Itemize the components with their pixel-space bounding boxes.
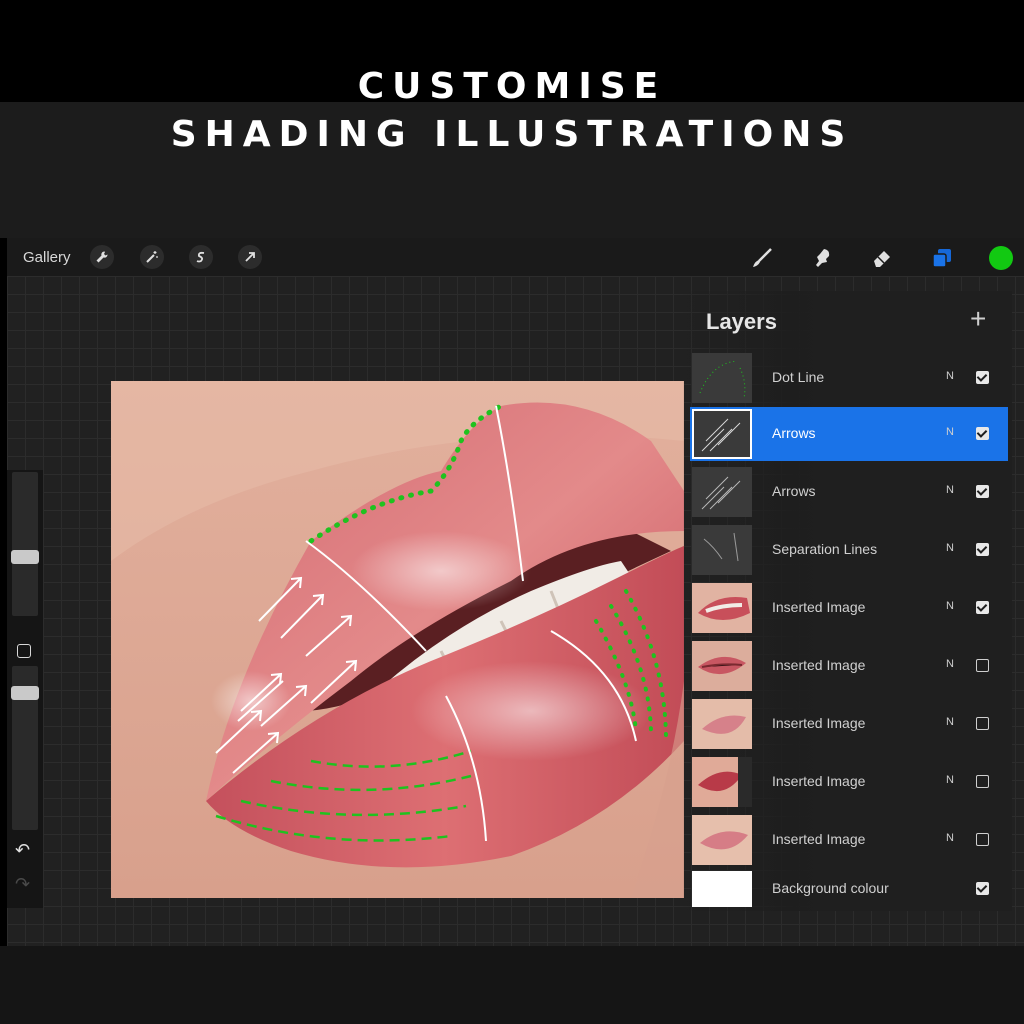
layer-row[interactable]: Inserted Image N [690, 639, 1008, 693]
background-layer-row[interactable]: Background colour [690, 869, 1008, 909]
layer-thumbnail [692, 699, 752, 749]
blend-mode-button[interactable]: N [946, 370, 954, 382]
layer-thumbnail [692, 641, 752, 691]
magic-wand-icon[interactable] [140, 245, 164, 269]
layer-name: Arrows [772, 483, 816, 499]
selection-s-icon[interactable] [189, 245, 213, 269]
layer-name: Inserted Image [772, 831, 866, 847]
bottom-dark-band [0, 946, 1024, 1024]
layer-row[interactable]: Inserted Image N [690, 813, 1008, 867]
layer-name: Separation Lines [772, 541, 878, 557]
blend-mode-button[interactable]: N [946, 426, 954, 438]
undo-icon[interactable]: ↶ [15, 840, 30, 861]
layer-thumbnail [692, 467, 752, 517]
layer-name: Background colour [772, 880, 889, 896]
layers-panel-title: Layers [706, 309, 777, 334]
opacity-knob[interactable] [11, 686, 39, 700]
layer-row[interactable]: Inserted Image N [690, 697, 1008, 751]
add-layer-button[interactable]: + [970, 303, 986, 335]
layer-visibility-checkbox[interactable] [976, 485, 989, 498]
layer-row[interactable]: Inserted Image N [690, 755, 1008, 809]
layer-row[interactable]: Inserted Image N [690, 581, 1008, 635]
layer-thumbnail [692, 525, 752, 575]
layers-panel: Layers + Dot Line N Arrows N Arrows N Se… [683, 291, 1012, 911]
layers-icon[interactable] [929, 245, 955, 271]
background-colour-swatch[interactable] [692, 871, 752, 907]
layer-thumbnail [692, 757, 752, 807]
layer-row[interactable]: Dot Line N [690, 351, 1008, 405]
blend-mode-button[interactable]: N [946, 542, 954, 554]
redo-icon[interactable]: ↷ [15, 874, 30, 895]
left-sidebar: ↶ ↷ [7, 470, 43, 908]
layer-visibility-checkbox[interactable] [976, 717, 989, 730]
layer-name: Arrows [772, 425, 816, 441]
wrench-icon[interactable] [90, 245, 114, 269]
layer-name: Inserted Image [772, 715, 866, 731]
gallery-button[interactable]: Gallery [23, 249, 71, 266]
procreate-app-window: Gallery ↶ ↷ Layers + Dot Line N Arrows N… [7, 238, 1024, 946]
layer-thumbnail [692, 815, 752, 865]
top-toolbar: Gallery [7, 238, 1024, 276]
layer-visibility-checkbox[interactable] [976, 371, 989, 384]
layer-visibility-checkbox[interactable] [976, 601, 989, 614]
heading-line-1: CUSTOMISE [357, 66, 667, 107]
layer-visibility-checkbox[interactable] [976, 659, 989, 672]
layer-name: Inserted Image [772, 773, 866, 789]
canvas-lip-image[interactable] [111, 381, 684, 898]
blend-mode-button[interactable]: N [946, 832, 954, 844]
brush-size-slider[interactable] [12, 472, 38, 616]
layer-thumbnail [692, 353, 752, 403]
layer-name: Dot Line [772, 369, 825, 385]
brush-size-knob[interactable] [11, 550, 39, 564]
brush-icon[interactable] [749, 245, 775, 271]
eraser-icon[interactable] [869, 245, 895, 271]
blend-mode-button[interactable]: N [946, 600, 954, 612]
modify-button[interactable] [17, 644, 31, 658]
layer-name: Inserted Image [772, 599, 866, 615]
layer-thumbnail [692, 583, 752, 633]
layer-thumbnail [692, 409, 752, 459]
layer-name: Inserted Image [772, 657, 866, 673]
layer-visibility-checkbox[interactable] [976, 833, 989, 846]
blend-mode-button[interactable]: N [946, 774, 954, 786]
layer-visibility-checkbox[interactable] [976, 543, 989, 556]
smudge-icon[interactable] [809, 245, 835, 271]
layer-row[interactable]: Arrows N [690, 465, 1008, 519]
layer-visibility-checkbox[interactable] [976, 882, 989, 895]
blend-mode-button[interactable]: N [946, 716, 954, 728]
heading-line-2: SHADING ILLUSTRATIONS [170, 114, 854, 155]
layer-row-selected[interactable]: Arrows N [690, 407, 1008, 461]
color-picker-swatch[interactable] [989, 246, 1013, 270]
layer-visibility-checkbox[interactable] [976, 427, 989, 440]
layer-row[interactable]: Separation Lines N [690, 523, 1008, 577]
transform-arrow-icon[interactable] [238, 245, 262, 269]
blend-mode-button[interactable]: N [946, 658, 954, 670]
layer-visibility-checkbox[interactable] [976, 775, 989, 788]
blend-mode-button[interactable]: N [946, 484, 954, 496]
